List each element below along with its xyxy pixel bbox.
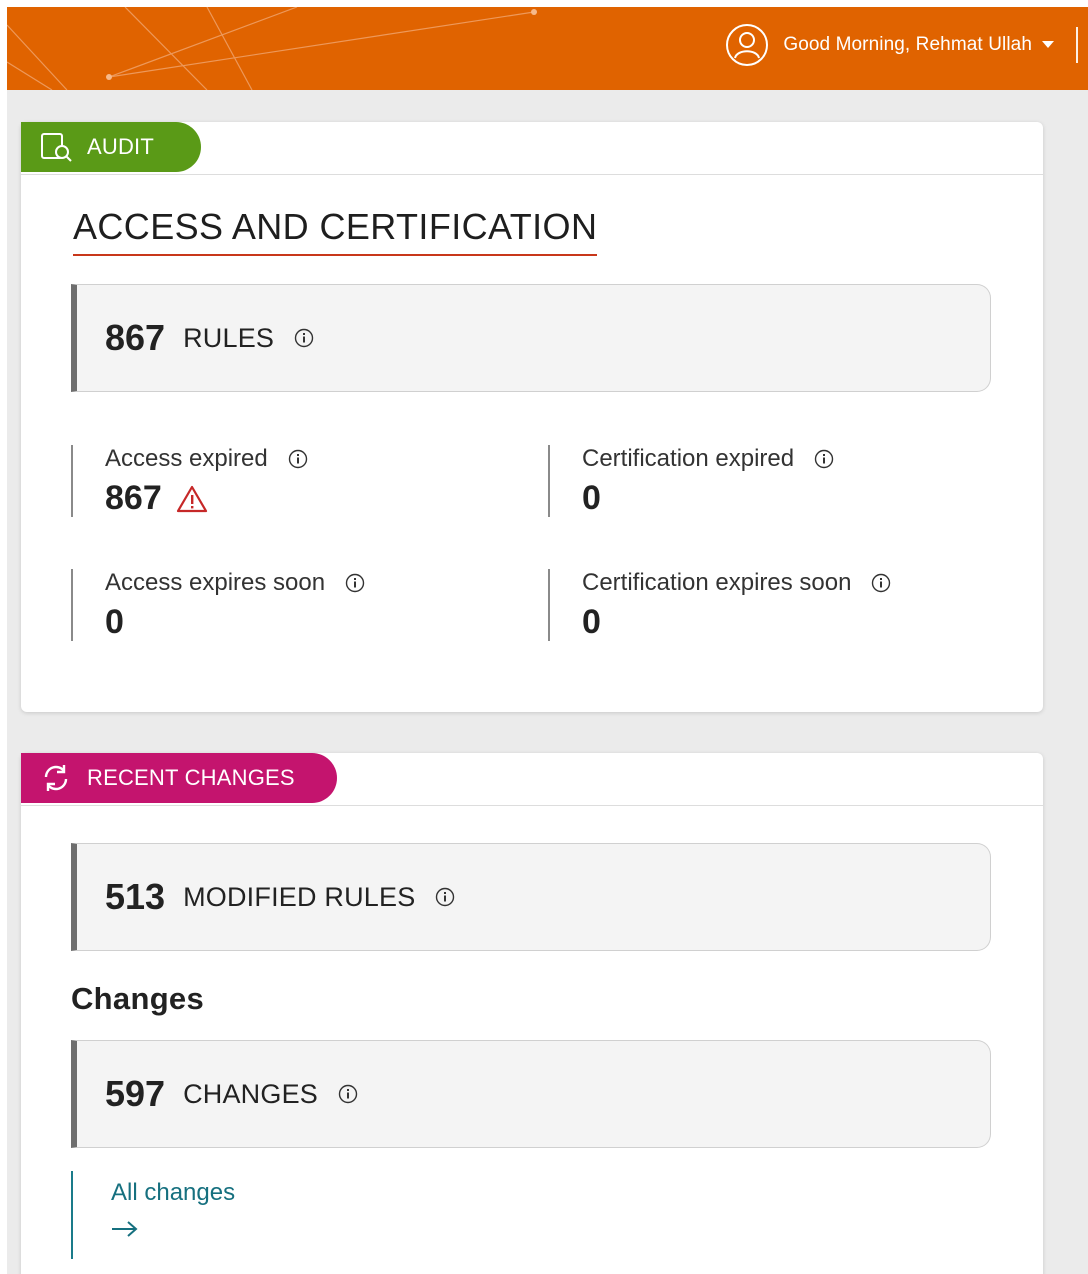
all-changes-link-text[interactable]: All changes xyxy=(111,1179,371,1207)
metric-access-expires-soon[interactable]: Access expires soon 0 xyxy=(71,569,491,641)
rules-count: 867 xyxy=(105,317,166,358)
metric-certification-expired[interactable]: Certification expired 0 xyxy=(548,445,968,517)
user-avatar-icon xyxy=(726,24,769,66)
metric-access-expired[interactable]: Access expired 867 xyxy=(71,445,491,517)
metric-label: Certification expired xyxy=(582,445,795,472)
changes-label: CHANGES xyxy=(183,1078,319,1109)
top-bar: Good Morning, Rehmat Ullah xyxy=(7,7,1088,90)
metric-value: 867 xyxy=(105,479,162,517)
info-icon[interactable] xyxy=(294,328,314,348)
modified-rules-label: MODIFIED RULES xyxy=(183,881,416,912)
changes-stat[interactable]: 597 CHANGES xyxy=(71,1040,991,1148)
modified-rules-count: 513 xyxy=(105,876,166,917)
greeting-text: Good Morning, Rehmat Ullah xyxy=(783,34,1032,55)
caret-down-icon xyxy=(1042,41,1054,48)
modified-rules-stat[interactable]: 513 MODIFIED RULES xyxy=(71,843,991,951)
metric-label: Certification expires soon xyxy=(582,569,852,596)
arrow-right-icon[interactable] xyxy=(111,1219,139,1239)
metric-value: 0 xyxy=(582,603,601,641)
metric-value: 0 xyxy=(105,603,124,641)
info-icon[interactable] xyxy=(871,573,891,593)
changes-heading: Changes xyxy=(71,981,205,1016)
metric-label: Access expired xyxy=(105,445,268,472)
refresh-icon xyxy=(44,765,68,791)
metric-label: Access expires soon xyxy=(105,569,326,596)
recent-changes-tab-label: RECENT CHANGES xyxy=(87,765,295,790)
info-icon[interactable] xyxy=(814,449,834,469)
recent-changes-tab[interactable]: RECENT CHANGES xyxy=(21,753,337,803)
audit-card: AUDIT ACCESS AND CERTIFICATION 867 RULES… xyxy=(21,122,1043,712)
metric-certification-expires-soon[interactable]: Certification expires soon 0 xyxy=(548,569,968,641)
info-icon[interactable] xyxy=(338,1084,358,1104)
header-separator xyxy=(1076,27,1078,63)
app-canvas: Good Morning, Rehmat Ullah AUDIT ACCESS … xyxy=(7,7,1088,1274)
metric-value: 0 xyxy=(582,479,601,517)
rules-stat[interactable]: 867 RULES xyxy=(71,284,991,392)
audit-tab[interactable]: AUDIT xyxy=(21,122,201,172)
user-menu[interactable]: Good Morning, Rehmat Ullah xyxy=(725,23,1078,67)
card-divider xyxy=(21,805,1043,806)
info-icon[interactable] xyxy=(435,887,455,907)
warning-triangle-icon xyxy=(176,485,207,512)
all-changes-link[interactable]: All changes xyxy=(71,1171,371,1259)
audit-tab-label: AUDIT xyxy=(87,134,154,159)
recent-changes-card: RECENT CHANGES 513 MODIFIED RULES Change… xyxy=(21,753,1043,1274)
audit-search-icon xyxy=(41,133,72,162)
info-icon[interactable] xyxy=(288,449,308,469)
info-icon[interactable] xyxy=(345,573,365,593)
card-divider xyxy=(21,174,1043,175)
changes-count: 597 xyxy=(105,1073,166,1114)
rules-label: RULES xyxy=(183,322,275,353)
section-title: ACCESS AND CERTIFICATION xyxy=(73,206,598,256)
